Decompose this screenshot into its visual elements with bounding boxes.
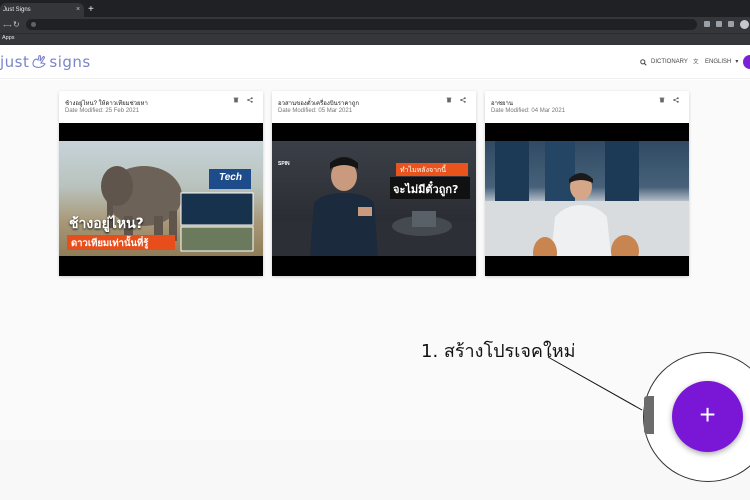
new-tab-button[interactable]: + <box>88 3 94 17</box>
dictionary-link[interactable]: DICTIONARY <box>640 57 688 67</box>
extension-icon[interactable] <box>716 21 722 27</box>
interview-thumbnail <box>485 141 689 256</box>
elephant-thumbnail: ช้างอยู่ไหน? ดาวเทียมเท่านั้นที่รู้ Tech <box>59 141 263 256</box>
video-thumbnail[interactable] <box>485 123 689 276</box>
delete-icon[interactable] <box>445 97 453 105</box>
project-card[interactable]: ช้างอยู่ไหน? ให้ดาวเทียมช่วยหา Date Modi… <box>59 91 263 276</box>
user-avatar[interactable] <box>743 55 750 69</box>
card-date: Date Modified: 25 Feb 2021 <box>65 108 140 114</box>
translate-icon: 文 <box>693 58 699 66</box>
thumbnail-headline: ช้างอยู่ไหน? <box>69 216 144 232</box>
card-date: Date Modified: 05 Mar 2021 <box>278 108 353 114</box>
just-signs-logo[interactable]: just signs <box>0 52 91 72</box>
project-card[interactable]: อวสานของตั๋วเครื่องบินราคาถูก Date Modif… <box>272 91 476 276</box>
browser-toolbar: ← → ↻ <box>0 17 750 33</box>
share-icon[interactable] <box>246 97 254 105</box>
address-bar[interactable] <box>26 19 697 30</box>
tab-title: Just Signs <box>3 7 31 13</box>
svg-text:文: 文 <box>693 58 699 66</box>
delete-icon[interactable] <box>232 97 240 105</box>
app-header: just signs DICTIONARY 文 ENGLISH ▾ <box>0 45 750 79</box>
bookmark-apps[interactable]: Apps <box>2 35 15 41</box>
bookmarks-bar: Apps <box>0 33 750 45</box>
presenter-scene-image <box>272 157 476 256</box>
share-icon[interactable] <box>459 97 467 105</box>
browser-tab[interactable]: Just Signs × <box>0 3 84 17</box>
forward-arrow-icon[interactable]: → <box>5 19 13 31</box>
language-selector[interactable]: 文 ENGLISH ▾ <box>693 57 738 67</box>
video-thumbnail[interactable]: ช้างอยู่ไหน? ดาวเทียมเท่านั้นที่รู้ Tech <box>59 123 263 276</box>
reload-icon[interactable]: ↻ <box>13 19 20 31</box>
card-title: อาชยาน <box>491 101 514 107</box>
chevron-down-icon: ▾ <box>735 59 739 65</box>
share-icon[interactable] <box>672 97 680 105</box>
profile-avatar-icon[interactable] <box>740 20 749 29</box>
hand-sign-icon <box>32 55 47 68</box>
interview-scene-image <box>485 141 689 256</box>
tab-close-icon[interactable]: × <box>74 3 82 17</box>
side-drawer-handle[interactable] <box>644 396 654 434</box>
spin-badge: SPIN <box>278 161 290 167</box>
page-footer-area <box>0 440 750 500</box>
thumbnail-headline: ทำไมหลังจากนี้ <box>400 166 447 174</box>
dictionary-label: DICTIONARY <box>651 59 688 65</box>
card-title: ช้างอยู่ไหน? ให้ดาวเทียมช่วยหา <box>65 101 148 107</box>
presenter-thumbnail: ทำไมหลังจากนี้ จะไม่มีตั๋วถูก? SPIN <box>272 141 476 256</box>
extensions-puzzle-icon[interactable] <box>728 21 734 27</box>
tech-badge: Tech <box>219 172 242 183</box>
add-project-button[interactable]: + <box>672 381 743 452</box>
search-icon <box>640 58 647 66</box>
browser-tab-bar: Just Signs × + <box>0 0 750 17</box>
logo-text-left: just <box>0 53 30 71</box>
instruction-callout: 1. สร้างโปรเจคใหม่ <box>421 341 576 362</box>
video-thumbnail[interactable]: ทำไมหลังจากนี้ จะไม่มีตั๋วถูก? SPIN <box>272 123 476 276</box>
thumbnail-subline: จะไม่มีตั๋วถูก? <box>393 183 459 196</box>
card-title: อวสานของตั๋วเครื่องบินราคาถูก <box>278 101 359 107</box>
project-card[interactable]: อาชยาน Date Modified: 04 Mar 2021 <box>485 91 689 276</box>
language-label: ENGLISH <box>705 59 732 65</box>
site-info-icon[interactable] <box>31 22 36 27</box>
thumbnail-subline: ดาวเทียมเท่านั้นที่รู้ <box>71 238 149 249</box>
extension-icon[interactable] <box>704 21 710 27</box>
logo-text-right: signs <box>49 53 91 71</box>
delete-icon[interactable] <box>658 97 666 105</box>
card-date: Date Modified: 04 Mar 2021 <box>491 108 566 114</box>
